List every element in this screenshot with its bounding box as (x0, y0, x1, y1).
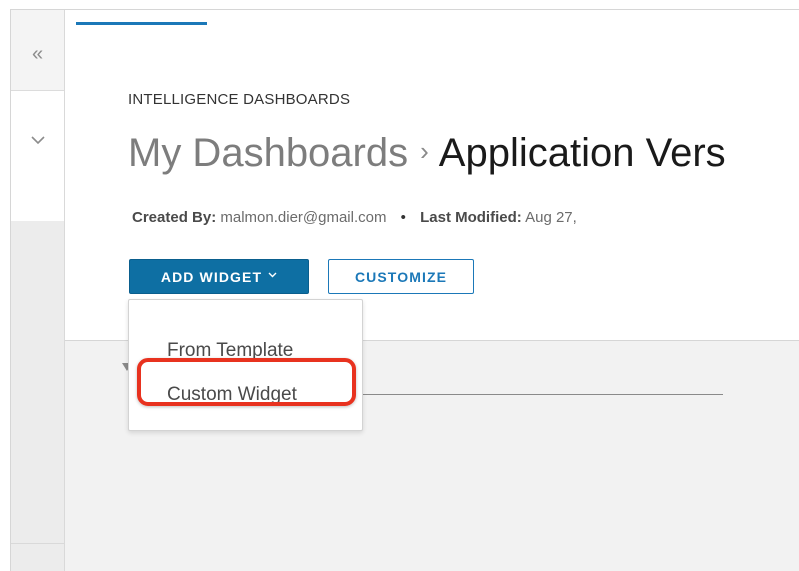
meta-separator: • (400, 209, 406, 226)
app-frame: « INTELLIGENCE DASHBOARDS My Dashboards ›… (10, 9, 799, 571)
chevron-down-icon[interactable] (11, 129, 64, 149)
collapse-icon[interactable]: « (11, 44, 64, 64)
last-modified-value: Aug 27, (525, 209, 577, 226)
breadcrumb-my-dashboards[interactable]: My Dashboards (128, 131, 408, 175)
created-by-value: malmon.dier@gmail.com (220, 209, 387, 226)
section-label: INTELLIGENCE DASHBOARDS (128, 91, 351, 108)
dashboard-meta: Created By: malmon.dier@gmail.com • Last… (132, 209, 577, 226)
breadcrumb-separator-icon: › (420, 136, 429, 166)
rail-collapse-cell[interactable]: « (11, 10, 64, 91)
chevron-down-icon (268, 270, 277, 281)
add-widget-button[interactable]: ADD WIDGET (129, 259, 309, 294)
highlight-annotation (137, 358, 356, 406)
rail-divider (11, 543, 64, 544)
rail-expand-cell[interactable] (11, 91, 64, 221)
page-title: My Dashboards › Application Vers (128, 131, 726, 176)
last-modified-label: Last Modified: (420, 209, 522, 226)
main-content: INTELLIGENCE DASHBOARDS My Dashboards › Ap… (65, 10, 799, 571)
created-by-label: Created By: (132, 209, 217, 226)
customize-button[interactable]: CUSTOMIZE (328, 259, 474, 294)
widget-divider (355, 394, 723, 395)
breadcrumb-current: Application Vers (438, 131, 726, 175)
add-widget-label: ADD WIDGET (160, 268, 263, 285)
left-rail: « (11, 10, 65, 571)
